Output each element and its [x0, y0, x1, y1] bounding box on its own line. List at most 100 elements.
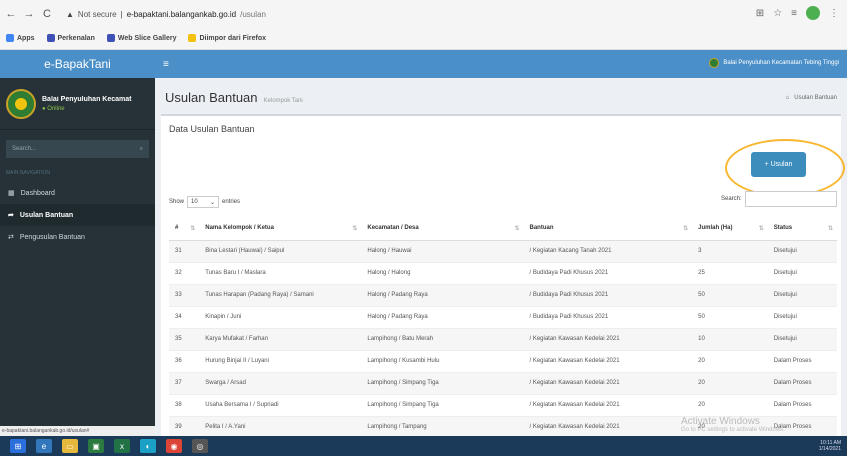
url-field[interactable]: ▲ Not secure | e-bapaktani.balangankab.g… [66, 10, 266, 19]
edge-icon[interactable]: e [36, 439, 52, 453]
back-icon[interactable]: ← [4, 8, 18, 20]
translate-icon[interactable]: ⊞ [756, 8, 764, 19]
entries-select[interactable]: 10 ⌄ [187, 196, 220, 208]
col-nama[interactable]: Nama Kelompok / Ketua ⇅ [199, 218, 362, 241]
home-icon[interactable]: ⌂ [786, 95, 790, 101]
cell-bantuan: / Kegiatan Kacang Tanah 2021 [523, 239, 693, 262]
hamburger-icon[interactable]: ≡ [163, 59, 169, 70]
cell-no: 36 [169, 349, 200, 372]
cell-status: Disetujui [767, 283, 837, 306]
cell-bantuan: / Kegiatan Kawasan Kedelai 2021 [523, 415, 693, 438]
app-icon[interactable]: ◎ [192, 439, 208, 453]
sidebar-search-input[interactable]: Search... [12, 146, 36, 152]
col-bantuan[interactable]: Bantuan ⇅ [523, 218, 693, 241]
excel-icon[interactable]: x [114, 439, 130, 453]
col-jumlah[interactable]: Jumlah (Ha) ⇅ [692, 218, 768, 241]
cell-nama: Usaha Bersama I / Supriadi [199, 393, 362, 416]
cell-no: 32 [169, 261, 200, 284]
reload-icon[interactable]: C [40, 8, 54, 20]
cell-nama: Hurung Binjai II / Luyani [199, 349, 362, 372]
cell-status: Disetujui [767, 305, 837, 328]
cell-nama: Pelita I / A.Yani [199, 415, 362, 438]
store-icon[interactable]: ▣ [88, 439, 104, 453]
col-no[interactable]: # ⇅ [169, 218, 200, 241]
edge-chromium-icon[interactable]: ◐ [140, 439, 156, 453]
table-row: 33 Tunas Harapan (Padang Raya) / Samani Ha… [169, 283, 837, 306]
page-subtitle: Kelompok Tani [263, 98, 303, 104]
cell-jumlah: 25 [692, 261, 768, 284]
status-url: e-bapaktani.balangankab.go.id/usulan# [0, 426, 155, 436]
cell-bantuan: / Kegiatan Kawasan Kedelai 2021 [523, 371, 693, 394]
transfer-icon: ⇄ [8, 234, 14, 241]
bookmark-firefox-folder[interactable]: Diimpor dari Firefox [188, 34, 266, 42]
search-icon[interactable]: ⌕ [140, 146, 143, 153]
cell-kecamatan: Halong / Halong [361, 261, 524, 284]
col-kecamatan[interactable]: Kecamatan / Desa ⇅ [361, 218, 524, 241]
star-icon[interactable]: ☆ [773, 8, 782, 19]
cell-no: 35 [169, 327, 200, 350]
extensions-icon[interactable]: ≡ [791, 8, 797, 19]
user-seal-icon [709, 58, 720, 68]
cell-bantuan: / Kegiatan Kawasan Kedelai 2021 [523, 349, 693, 372]
brand-logo[interactable]: e-BapakTani [0, 50, 155, 78]
cell-bantuan: / Budidaya Padi Khusus 2021 [523, 305, 693, 328]
entries-control: Show 10 ⌄ entries [169, 196, 240, 208]
cell-kecamatan: Lampihong / Tampang [361, 415, 524, 438]
cell-status: Dalam Proses [767, 371, 837, 394]
sidebar-search[interactable]: Search... ⌕ [6, 140, 149, 158]
not-secure-label: Not secure [77, 9, 117, 19]
tray-date: 1/14/2021 [818, 446, 841, 452]
sidebar-item-usulan-bantuan[interactable]: ➦ Usulan Bantuan [0, 204, 155, 226]
table-row: 37 Swarga / Arsad Lampihong / Simpang Tiga… [169, 371, 837, 394]
cell-jumlah: 3 [692, 239, 768, 262]
user-panel: Balai Penyuluhan Kecamat ● Online [0, 78, 155, 130]
user-name: Balai Penyuluhan Kecamat [42, 95, 132, 103]
sidebar: e-BapakTani Balai Penyuluhan Kecamat ● O… [0, 50, 155, 436]
menu-icon[interactable]: ⋮ [829, 8, 839, 19]
table-row: 39 Pelita I / A.Yani Lampihong / Tampang / … [169, 415, 837, 438]
cell-no: 31 [169, 239, 200, 262]
share-icon: ➦ [8, 212, 14, 219]
col-status[interactable]: Status ⇅ [767, 218, 837, 241]
user-menu[interactable]: Balai Penyuluhan Kecamatan Tebing Tinggi [709, 58, 839, 68]
cell-no: 34 [169, 305, 200, 328]
add-usulan-button[interactable]: + Usulan [751, 152, 806, 177]
cell-jumlah: 10 [692, 327, 768, 350]
bookmark-perkenalan[interactable]: Perkenalan [46, 34, 95, 42]
cell-jumlah: 20 [692, 349, 768, 372]
table-search-input[interactable] [744, 191, 837, 207]
cell-nama: Bina Lestari (Hauwai) / Saipul [199, 239, 362, 262]
cell-nama: Karya Mufakat / Farhan [199, 327, 362, 350]
page-title: Usulan Bantuan [165, 90, 258, 105]
cell-status: Dalam Proses [767, 393, 837, 416]
browser-tools: ⊞ ☆ ≡ ⋮ [756, 6, 839, 20]
data-box: Data Usulan Bantuan + Usulan Show 10 ⌄ en… [161, 114, 845, 460]
windows-start-icon[interactable]: ⊞ [10, 439, 26, 453]
browser-chrome: ← → C ▲ Not secure | e-bapaktani.balanga… [0, 0, 847, 50]
sidebar-item-pengusulan-bantuan[interactable]: ⇄ Pengusulan Bantuan [0, 226, 155, 248]
url-host: e-bapaktani.balangankab.go.id [126, 9, 237, 19]
file-explorer-icon[interactable]: ▭ [62, 439, 78, 453]
bookmark-apps[interactable]: Apps [6, 34, 35, 42]
usulan-table: # ⇅ Nama Kelompok / Ketua ⇅ Kecamatan / De… [169, 218, 837, 460]
chrome-icon[interactable]: ◉ [166, 439, 182, 453]
cell-kecamatan: Lampihong / Simpang Tiga [361, 371, 524, 394]
bookmark-web-slice[interactable]: Web Slice Gallery [106, 34, 176, 42]
breadcrumb-item[interactable]: Usulan Bantuan [794, 95, 837, 101]
cell-bantuan: / Kegiatan Kawasan Kedelai 2021 [523, 327, 693, 350]
cell-jumlah: 20 [692, 371, 768, 394]
cell-status: Disetujui [767, 239, 837, 262]
cell-status: Dalam Proses [767, 349, 837, 372]
sidebar-item-dashboard[interactable]: ▦ Dashboard [0, 182, 155, 204]
profile-avatar[interactable] [806, 6, 820, 20]
table-body: 31 Bina Lestari (Hauwai) / Saipul Halong /… [169, 239, 837, 460]
page-header: Usulan Bantuan Kelompok Tani [165, 90, 303, 105]
forward-icon[interactable]: → [22, 8, 36, 20]
cell-bantuan: / Budidaya Padi Khusus 2021 [523, 283, 693, 306]
taskbar: ⊞ e ▭ ▣ x ◐ ◉ ◎ 10:11 AM 1/14/2021 [0, 436, 847, 456]
cell-nama: Tunas Baru I / Maslara [199, 261, 362, 284]
system-tray[interactable]: 10:11 AM 1/14/2021 [819, 440, 841, 452]
cell-kecamatan: Halong / Padang Raya [361, 283, 524, 306]
address-bar-row: ← → C ▲ Not secure | e-bapaktani.balanga… [0, 0, 847, 28]
table-row: 34 Kinapin / Juni Halong / Padang Raya / Bu… [169, 305, 837, 328]
